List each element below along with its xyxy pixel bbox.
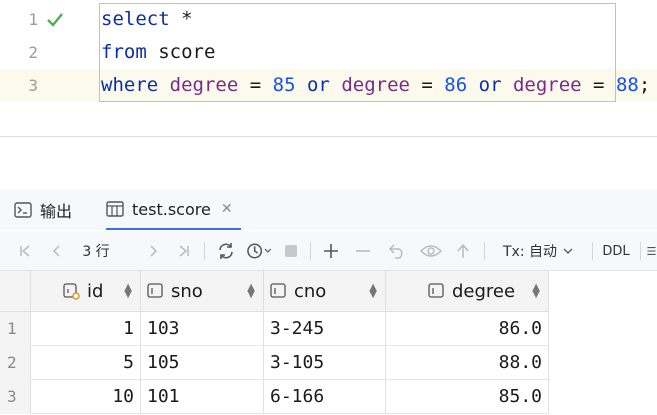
panel-divider[interactable]	[0, 136, 657, 137]
submit-icon[interactable]	[452, 231, 474, 271]
delete-row-icon[interactable]	[352, 231, 374, 271]
code-text: where degree = 85 or degree = 86 or degr…	[101, 74, 651, 96]
row-count-selector[interactable]: 3 行	[78, 231, 114, 271]
editor-line-2[interactable]: 2 from score	[0, 36, 657, 69]
editor-line-1[interactable]: 1 select *	[0, 3, 657, 36]
code-text: from score	[101, 41, 216, 63]
row-number[interactable]: 3	[0, 380, 31, 414]
tab-output[interactable]: 输出	[14, 190, 72, 230]
column-header-sno[interactable]: sno ▲ ▼	[141, 271, 264, 312]
table-cell[interactable]: 103	[141, 312, 264, 346]
close-icon[interactable]: ✕	[221, 201, 233, 217]
table-cell[interactable]: 6-166	[264, 380, 386, 414]
column-label: sno	[171, 280, 203, 302]
sql-editor[interactable]: 1 select * 2 from score 3 where degree =…	[0, 0, 657, 137]
sort-icon[interactable]: ▲ ▼	[124, 283, 132, 300]
line-number: 1	[28, 10, 38, 29]
more-icon[interactable]	[646, 231, 657, 271]
column-header-degree[interactable]: degree ▲ ▼	[386, 271, 549, 312]
key-column-icon	[63, 283, 80, 300]
table-cell[interactable]: 88.0	[386, 346, 549, 380]
tab-test-score[interactable]: test.score ✕	[106, 190, 241, 230]
transaction-mode-dropdown[interactable]: Tx: 自动	[494, 231, 582, 271]
table-cell[interactable]: 105	[141, 346, 264, 380]
code-text: select *	[101, 8, 193, 30]
table-icon	[106, 201, 124, 217]
history-icon[interactable]	[246, 231, 272, 271]
toolbar-separator	[592, 242, 593, 260]
previous-page-icon[interactable]	[46, 231, 68, 271]
console-icon	[14, 202, 32, 218]
ddl-button[interactable]: DDL	[600, 231, 632, 271]
table-cell[interactable]: 85.0	[386, 380, 549, 414]
tab-label: 输出	[40, 202, 73, 221]
sort-icon[interactable]: ▲ ▼	[369, 283, 377, 300]
chevron-down-icon	[563, 248, 573, 254]
next-page-icon[interactable]	[142, 231, 164, 271]
column-label: cno	[294, 280, 327, 302]
row-number[interactable]: 2	[0, 346, 31, 380]
column-header-id[interactable]: id ▲ ▼	[31, 271, 141, 312]
refresh-icon[interactable]	[214, 231, 238, 271]
table-cell[interactable]: 5	[31, 346, 141, 380]
column-icon	[428, 283, 444, 298]
tab-label: test.score	[132, 199, 211, 219]
view-icon[interactable]	[416, 231, 446, 271]
editor-line-3[interactable]: 3 where degree = 85 or degree = 86 or de…	[0, 69, 657, 102]
table-cell[interactable]: 86.0	[386, 312, 549, 346]
table-cell[interactable]: 3-105	[264, 346, 386, 380]
sort-icon[interactable]: ▲ ▼	[247, 283, 255, 300]
toolbar-separator	[484, 242, 485, 260]
column-header-cno[interactable]: cno ▲ ▼	[264, 271, 386, 312]
column-icon	[147, 283, 163, 298]
stop-icon[interactable]	[280, 231, 302, 271]
toolbar-separator	[310, 242, 311, 260]
add-row-icon[interactable]	[320, 231, 342, 271]
checkmark-icon	[47, 13, 63, 27]
last-page-icon[interactable]	[173, 231, 195, 271]
line-number: 2	[28, 43, 38, 62]
table-cell[interactable]: 101	[141, 380, 264, 414]
table-cell[interactable]: 10	[31, 380, 141, 414]
results-toolbar: 3 行 Tx: 自动 DDL	[0, 231, 657, 271]
grid-corner[interactable]	[0, 271, 31, 312]
revert-icon[interactable]	[386, 231, 408, 271]
results-tab-bar: 输出 test.score ✕	[0, 190, 657, 230]
sort-icon[interactable]: ▲ ▼	[532, 283, 540, 300]
line-number: 3	[28, 76, 38, 95]
toolbar-separator	[640, 242, 641, 260]
row-number[interactable]: 1	[0, 312, 31, 346]
toolbar-separator	[204, 242, 205, 260]
table-cell[interactable]: 1	[31, 312, 141, 346]
column-label: degree	[452, 280, 516, 302]
column-label: id	[87, 280, 104, 302]
column-icon	[270, 283, 286, 298]
first-page-icon[interactable]	[14, 231, 36, 271]
table-cell[interactable]: 3-245	[264, 312, 386, 346]
